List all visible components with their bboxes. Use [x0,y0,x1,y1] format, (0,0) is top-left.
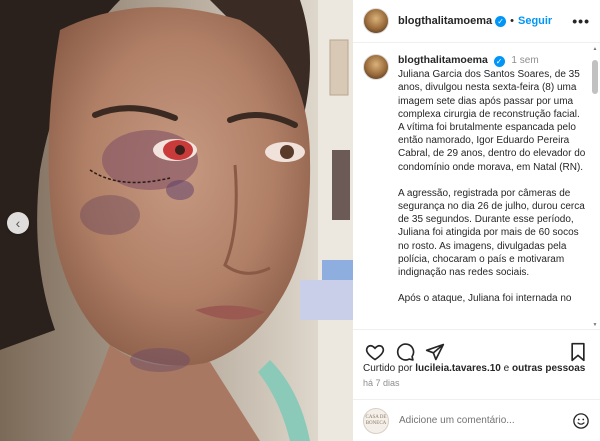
post-side-panel: blogthalitamoema ✓ • Seguir ••• blogthal… [353,0,600,441]
caption-row: blogthalitamoema ✓ 1 sem Juliana Garcia … [363,54,586,318]
post-photo[interactable]: ‹ [0,0,353,441]
caption-paragraph: Juliana Garcia dos Santos Soares, de 35 … [398,69,586,173]
liked-by-prefix: Curtido por [363,363,416,374]
heart-icon[interactable] [363,340,387,364]
caption-text: Juliana Garcia dos Santos Soares, de 35 … [398,68,586,305]
post-header: blogthalitamoema ✓ • Seguir ••• [353,0,600,43]
verified-badge-icon: ✓ [495,15,507,27]
caption-username[interactable]: blogthalitamoema [398,54,488,66]
commenter-avatar: CASA DE BONECA [363,407,389,434]
post-actions [353,329,600,365]
liked-by-others[interactable]: outras pessoas [512,363,585,374]
comment-input[interactable]: Adicione um comentário... [399,415,515,426]
author-avatar[interactable] [363,8,389,34]
caption-author-avatar[interactable] [363,54,389,80]
scroll-down-arrow-icon[interactable]: ▼ [592,322,598,328]
caption-scrollbar[interactable]: ▲ ▼ [592,46,598,328]
smiley-icon[interactable] [572,412,590,430]
caption-timestamp[interactable]: 1 sem [511,55,538,66]
bookmark-icon[interactable] [566,340,590,364]
posted-ago[interactable]: há 7 dias [363,378,400,388]
photo-illustration [0,0,353,441]
more-options-icon[interactable]: ••• [572,13,590,29]
comment-bubble-icon[interactable] [393,340,417,364]
dot-separator: • [510,15,514,27]
comment-bar: CASA DE BONECA Adicione um comentário... [353,399,600,441]
author-username[interactable]: blogthalitamoema [398,15,492,27]
liked-by-middle: e [500,363,512,374]
scrollbar-thumb[interactable] [592,60,598,94]
scroll-up-arrow-icon[interactable]: ▲ [592,46,598,52]
liked-by-text: Curtido por lucileia.tavares.10 e outras… [363,363,585,374]
paper-plane-icon[interactable] [423,340,447,364]
caption-paragraph: Após o ataque, Juliana foi internada no [398,293,572,305]
caption-body: blogthalitamoema ✓ 1 sem Juliana Garcia … [398,54,586,318]
caption-area: blogthalitamoema ✓ 1 sem Juliana Garcia … [353,44,600,329]
liked-by-user[interactable]: lucileia.tavares.10 [415,363,501,374]
verified-badge-icon: ✓ [493,56,505,67]
chevron-left-icon[interactable]: ‹ [7,212,29,234]
follow-button[interactable]: Seguir [518,15,552,27]
caption-paragraph: A agressão, registrada por câmeras de se… [398,187,585,279]
